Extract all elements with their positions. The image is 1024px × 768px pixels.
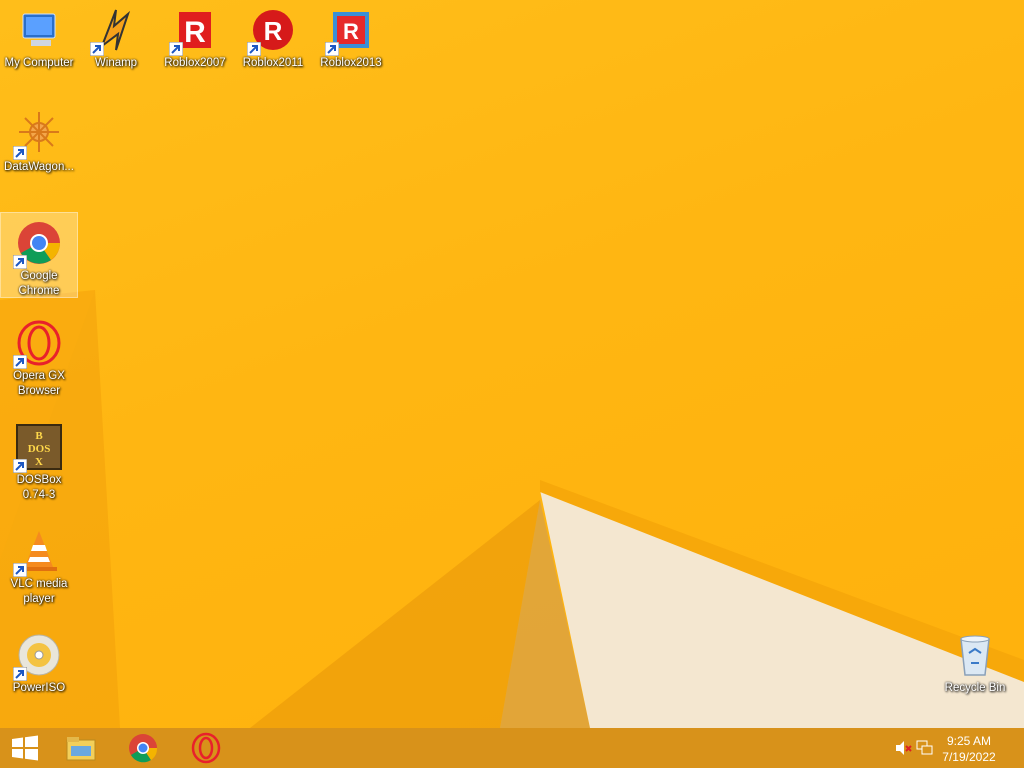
clock-time: 9:25 AM: [946, 734, 992, 748]
dosbox-icon: B DOS X: [13, 423, 63, 473]
icon-label: Opera GX Browser: [13, 370, 65, 397]
icon-label: VLC media player: [10, 578, 68, 605]
poweriso-shortcut[interactable]: PowerISO: [1, 625, 77, 696]
dosbox-shortcut[interactable]: B DOS X DOSBox 0.74-3: [1, 417, 77, 503]
winamp-shortcut[interactable]: Winamp: [78, 0, 154, 71]
svg-text:X: X: [35, 456, 43, 468]
shortcut-arrow-icon: [13, 255, 27, 269]
svg-text:R: R: [343, 19, 359, 44]
icon-label: My Computer: [4, 57, 74, 69]
roblox-icon: R: [247, 6, 297, 56]
chrome-taskbar-button[interactable]: [117, 728, 169, 768]
icon-label: Google Chrome: [18, 270, 60, 297]
winamp-icon: [90, 6, 140, 56]
opera-gx-icon: [13, 319, 63, 369]
taskbar: 9:25 AM 7/19/2022: [0, 728, 1024, 768]
icon-label: Roblox2011: [242, 57, 304, 69]
folder-icon: [66, 737, 96, 761]
shortcut-arrow-icon: [13, 355, 27, 369]
icon-label: Roblox2007: [164, 57, 226, 69]
volume-muted-icon[interactable]: [894, 740, 912, 756]
desktop[interactable]: My Computer Winamp R Roblox2007 R Roblox…: [0, 0, 1024, 728]
clock-date: 7/19/2022: [942, 750, 996, 764]
my-computer-shortcut[interactable]: My Computer: [1, 0, 77, 71]
network-icon[interactable]: [916, 740, 934, 756]
clock[interactable]: 9:25 AM 7/19/2022: [934, 733, 1004, 765]
google-chrome-shortcut[interactable]: Google Chrome: [0, 212, 78, 298]
shortcut-arrow-icon: [169, 42, 183, 56]
svg-text:R: R: [264, 16, 283, 46]
start-button[interactable]: [0, 728, 52, 768]
computer-icon: [15, 6, 63, 54]
chrome-icon: [13, 219, 63, 269]
icon-label: Roblox2013: [320, 57, 382, 69]
icon-label: DataWagon...: [4, 161, 74, 173]
file-explorer-taskbar-button[interactable]: [55, 728, 107, 768]
shortcut-arrow-icon: [13, 459, 27, 473]
shortcut-arrow-icon: [325, 42, 339, 56]
recycle-bin-icon: [951, 631, 999, 679]
roblox-icon: R: [325, 6, 375, 56]
opera-gx-taskbar-button[interactable]: [180, 728, 232, 768]
recycle-bin[interactable]: Recycle Bin: [937, 625, 1013, 696]
shortcut-arrow-icon: [90, 42, 104, 56]
shortcut-arrow-icon: [13, 667, 27, 681]
svg-text:R: R: [184, 16, 206, 49]
roblox2007-shortcut[interactable]: R Roblox2007: [157, 0, 233, 71]
icon-label: Winamp: [94, 57, 138, 69]
datawagon-shortcut[interactable]: DataWagon...: [1, 104, 77, 175]
roblox2013-shortcut[interactable]: R Roblox2013: [313, 0, 389, 71]
icon-label: DOSBox 0.74-3: [16, 474, 62, 501]
icon-label: PowerISO: [12, 682, 66, 694]
wallpaper: [0, 290, 1024, 728]
shortcut-arrow-icon: [13, 563, 27, 577]
system-tray: 9:25 AM 7/19/2022: [884, 728, 1024, 768]
vlc-cone-icon: [13, 527, 63, 577]
svg-text:B: B: [35, 430, 43, 442]
shortcut-arrow-icon: [13, 146, 27, 160]
roblox-icon: R: [169, 6, 219, 56]
svg-text:DOS: DOS: [28, 443, 51, 455]
shortcut-arrow-icon: [247, 42, 261, 56]
roblox2011-shortcut[interactable]: R Roblox2011: [235, 0, 311, 71]
opera-gx-icon: [191, 732, 221, 764]
opera-gx-shortcut[interactable]: Opera GX Browser: [1, 313, 77, 399]
disc-icon: [13, 631, 63, 681]
vlc-shortcut[interactable]: VLC media player: [1, 521, 77, 607]
icon-label: Recycle Bin: [944, 682, 1006, 694]
windows-logo-icon: [12, 735, 38, 761]
sunburst-icon: [13, 110, 63, 160]
chrome-icon: [129, 734, 158, 763]
